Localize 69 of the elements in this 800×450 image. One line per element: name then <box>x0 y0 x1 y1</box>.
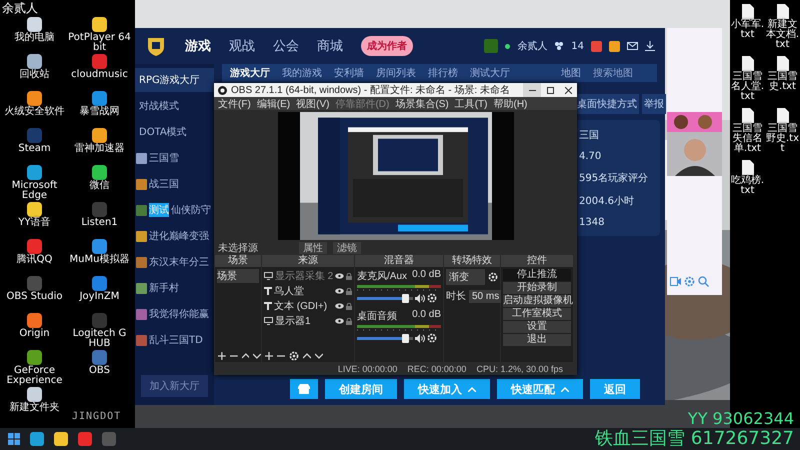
file-label: 小军军.txt <box>730 20 765 40</box>
document-icon <box>776 4 788 19</box>
desktop-shortcut[interactable]: cloudmusic <box>67 54 132 91</box>
desktop-file[interactable]: 新建文本文档.txt <box>765 4 800 56</box>
shortcut-label: Listen1 <box>81 218 118 228</box>
desktop-shortcut[interactable]: 雷神加速器 <box>67 128 132 165</box>
desktop-shortcut[interactable]: PotPlayer 64 bit <box>67 17 132 54</box>
file-label: 三国雪失信名单.txt <box>732 124 764 154</box>
desktop-file[interactable]: 吃鸡榜.txt <box>730 160 765 212</box>
taskbar-app-icon[interactable] <box>30 432 44 446</box>
desktop-file[interactable]: 三国雪失信名单.txt <box>730 108 765 160</box>
file-label: 三国雪野史.txt <box>765 124 800 154</box>
desktop-file[interactable]: 三国雪史.txt <box>765 56 800 108</box>
document-icon <box>776 56 788 71</box>
shortcut-label: 我的电脑 <box>14 33 54 43</box>
desktop-shortcut[interactable]: 回收站 <box>2 54 67 91</box>
shortcut-label: 暴雪战网 <box>80 107 120 117</box>
stream-caption: 铁血三国雪 617267327 <box>595 429 794 449</box>
streamer-name: 余贰人 <box>2 1 38 15</box>
desktop-shortcut[interactable]: 火绒安全软件 <box>2 91 67 128</box>
desktop-shortcut[interactable]: 暴雪战网 <box>67 91 132 128</box>
document-icon <box>742 160 754 175</box>
shortcut-label: OBS <box>89 366 110 376</box>
shortcut-label: YY语音 <box>18 218 51 228</box>
desktop-shortcut[interactable]: Microsoft Edge <box>2 165 67 202</box>
shortcut-label: Logitech G HUB <box>72 329 128 349</box>
shortcut-label: 腾讯QQ <box>16 255 52 265</box>
shortcut-label: PotPlayer 64 bit <box>68 33 132 53</box>
taskbar-app-icon[interactable] <box>54 432 68 446</box>
shortcut-label: 微信 <box>90 181 110 191</box>
file-label: 三国雪名人堂.txt <box>730 72 765 102</box>
desktop-shortcut[interactable]: 新建文件夹 <box>2 387 67 424</box>
shortcut-label: MuMu模拟器 <box>70 255 130 265</box>
document-icon <box>742 56 754 71</box>
file-label: 吃鸡榜.txt <box>730 176 765 196</box>
desktop-shortcut[interactable]: GeForce Experience <box>2 350 67 387</box>
shortcut-label: GeForce Experience <box>6 366 64 386</box>
desktop-shortcut[interactable]: OBS <box>67 350 132 387</box>
desktop-shortcut[interactable]: Logitech G HUB <box>67 313 132 350</box>
document-icon <box>742 108 754 123</box>
file-label: 新建文本文档.txt <box>765 20 800 50</box>
file-label: 三国雪史.txt <box>766 72 798 92</box>
desktop-shortcut[interactable]: 腾讯QQ <box>2 239 67 276</box>
desktop-shortcut[interactable]: YY语音 <box>2 202 67 239</box>
document-icon <box>776 108 788 123</box>
shortcut-label: Origin <box>19 329 50 339</box>
desktop-file[interactable]: 三国雪野史.txt <box>765 108 800 160</box>
shortcut-label: Steam <box>18 144 51 154</box>
desktop-shortcut[interactable]: Listen1 <box>67 202 132 239</box>
shortcut-label: OBS Studio <box>6 292 62 302</box>
desktop-shortcut[interactable]: OBS Studio <box>2 276 67 313</box>
shortcut-label: cloudmusic <box>71 70 128 80</box>
desktop-file[interactable]: 三国雪名人堂.txt <box>730 56 765 108</box>
desktop-shortcut[interactable]: 微信 <box>67 165 132 202</box>
document-icon <box>742 4 754 19</box>
shortcut-label: Microsoft Edge <box>10 181 58 201</box>
watermark-text: JINGDOT <box>72 411 122 422</box>
desktop-shortcut[interactable]: JoyInZM <box>67 276 132 313</box>
windows-start-icon[interactable] <box>8 433 20 445</box>
desktop-shortcut[interactable]: Steam <box>2 128 67 165</box>
shortcut-label: 回收站 <box>20 70 50 80</box>
desktop-shortcut[interactable]: MuMu模拟器 <box>67 239 132 276</box>
shortcut-label: JoyInZM <box>80 292 120 302</box>
shortcut-label: 新建文件夹 <box>10 403 60 413</box>
shortcut-label: 火绒安全软件 <box>4 107 64 117</box>
desktop-shortcut[interactable]: Origin <box>2 313 67 350</box>
desktop-file[interactable]: 小军军.txt <box>730 4 765 56</box>
shortcut-label: 雷神加速器 <box>74 144 124 154</box>
desktop-shortcut[interactable]: 我的电脑 <box>2 17 67 54</box>
